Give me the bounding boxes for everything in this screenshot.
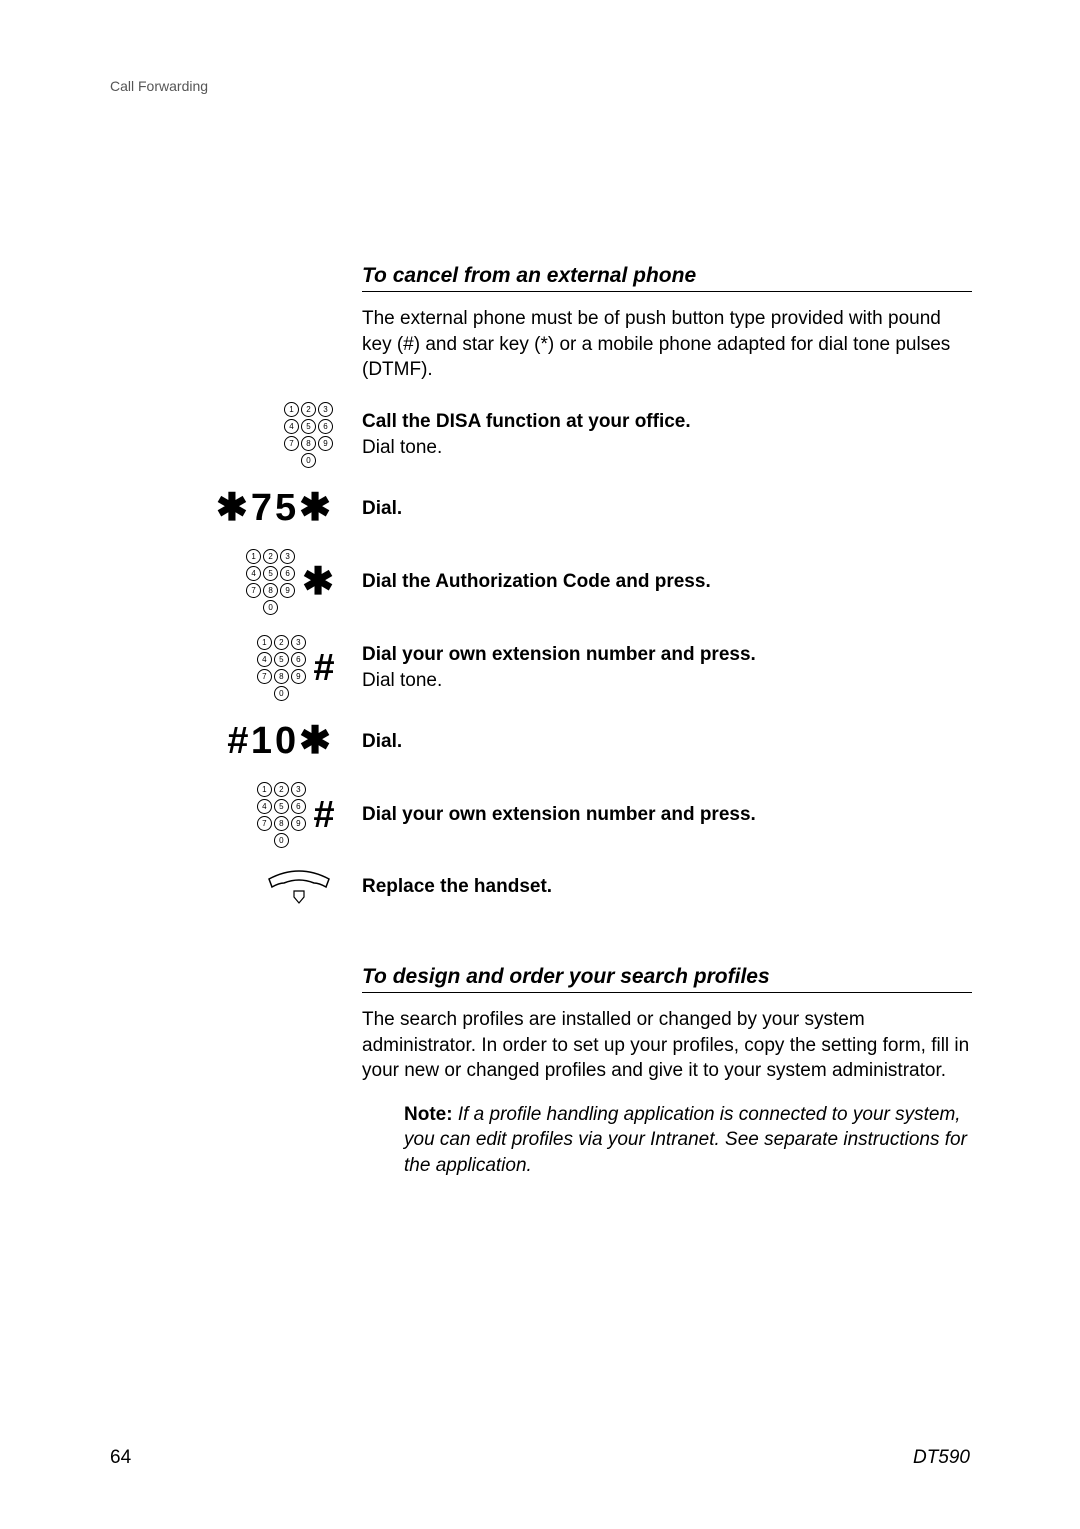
step-bold: Dial the Authorization Code and press. [362, 569, 972, 595]
keypad-icon: 123 456 789 0 [283, 401, 334, 469]
note-block: Note: If a profile handling application … [404, 1102, 972, 1179]
section-title-cancel-external: To cancel from an external phone [362, 264, 972, 292]
step-bold: Call the DISA function at your office. [362, 409, 972, 435]
hash-icon: # [313, 649, 334, 687]
step-bold: Dial your own extension number and press… [362, 642, 972, 668]
section2-intro: The search profiles are installed or cha… [362, 1007, 972, 1084]
step-hash10star: #10✱ Dial. [110, 720, 972, 763]
step-star75star: ✱75✱ Dial. [110, 487, 972, 530]
section1-intro: The external phone must be of push butto… [362, 306, 972, 383]
footer-model: DT590 [913, 1447, 970, 1469]
section-title-design-profiles: To design and order your search profiles [362, 965, 972, 993]
step-own-ext-1: 123 456 789 0 # Dial your own extension … [110, 634, 972, 702]
step-bold: Dial. [362, 496, 972, 522]
step-plain: Dial tone. [362, 668, 972, 694]
step-disa: 123 456 789 0 Call the DISA function at … [110, 401, 972, 469]
note-body: If a profile handling application is con… [404, 1104, 967, 1176]
step-bold: Replace the handset. [362, 874, 972, 900]
step-replace-handset: Replace the handset. [110, 867, 972, 907]
star-icon: ✱ [299, 489, 334, 527]
step-plain: Dial tone. [362, 435, 972, 461]
page-number: 64 [110, 1447, 131, 1469]
star-icon: ✱ [216, 489, 251, 527]
keypad-icon: 123 456 789 0 [256, 634, 307, 702]
running-header: Call Forwarding [110, 78, 970, 94]
step-own-ext-2: 123 456 789 0 # Dial your own extension … [110, 781, 972, 849]
star-icon: ✱ [299, 722, 334, 760]
dial-code: ✱75✱ [216, 487, 334, 530]
step-bold: Dial. [362, 729, 972, 755]
dial-code: #10✱ [227, 720, 334, 763]
hash-icon: # [313, 796, 334, 834]
note-label: Note: [404, 1104, 453, 1125]
keypad-icon: 123 456 789 0 [245, 548, 296, 616]
step-auth-code: 123 456 789 0 ✱ Dial the Authorization C… [110, 548, 972, 616]
handset-replace-icon [264, 867, 334, 907]
step-bold: Dial your own extension number and press… [362, 802, 972, 828]
star-icon: ✱ [302, 563, 334, 601]
hash-icon: # [227, 722, 251, 760]
keypad-icon: 123 456 789 0 [256, 781, 307, 849]
